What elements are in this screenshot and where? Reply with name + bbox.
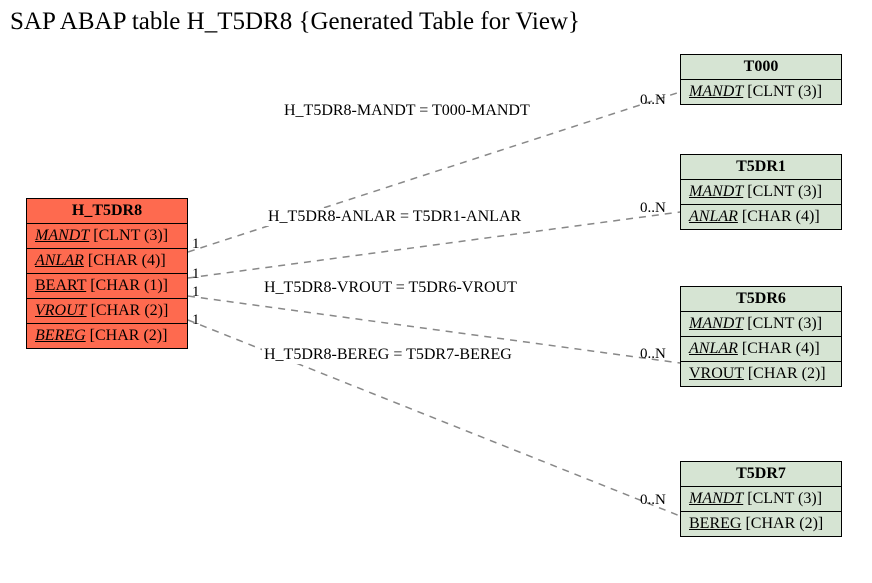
- cardinality-right: 0..N: [640, 346, 666, 363]
- field-type: [CHAR (4)]: [742, 208, 820, 225]
- cardinality-right: 0..N: [640, 92, 666, 109]
- field-type: [CLNT (3)]: [747, 490, 822, 507]
- field-row: MANDT [CLNT (3)]: [681, 487, 841, 512]
- field-row: ANLAR [CHAR (4)]: [27, 249, 187, 274]
- cardinality-left: 1: [192, 236, 200, 253]
- field-row: BEREG [CHAR (2)]: [681, 512, 841, 536]
- cardinality-right: 0..N: [640, 492, 666, 509]
- field-name: BEART: [35, 277, 86, 294]
- field-name: VROUT: [35, 302, 87, 319]
- field-type: [CHAR (2)]: [90, 327, 168, 344]
- field-type: [CHAR (2)]: [91, 302, 169, 319]
- field-type: [CHAR (2)]: [748, 365, 826, 382]
- entity-header: T5DR6: [681, 287, 841, 312]
- field-row: MANDT [CLNT (3)]: [681, 180, 841, 205]
- field-row: BEART [CHAR (1)]: [27, 274, 187, 299]
- field-name: MANDT: [689, 83, 743, 100]
- entity-t5dr6: T5DR6 MANDT [CLNT (3)] ANLAR [CHAR (4)] …: [680, 286, 842, 387]
- cardinality-left: 1: [192, 284, 200, 301]
- entity-header: T5DR1: [681, 155, 841, 180]
- field-type: [CLNT (3)]: [93, 227, 168, 244]
- entity-header: H_T5DR8: [27, 199, 187, 224]
- field-type: [CHAR (4)]: [742, 340, 820, 357]
- entity-header: T5DR7: [681, 462, 841, 487]
- field-row: VROUT [CHAR (2)]: [681, 362, 841, 386]
- field-name: VROUT: [689, 365, 744, 382]
- entity-header: T000: [681, 55, 841, 80]
- cardinality-right: 0..N: [640, 200, 666, 217]
- page-title: SAP ABAP table H_T5DR8 {Generated Table …: [10, 8, 580, 36]
- field-row: MANDT [CLNT (3)]: [27, 224, 187, 249]
- relationship-label: H_T5DR8-VROUT = T5DR6-VROUT: [262, 279, 519, 297]
- entity-t5dr1: T5DR1 MANDT [CLNT (3)] ANLAR [CHAR (4)]: [680, 154, 842, 230]
- field-row: ANLAR [CHAR (4)]: [681, 205, 841, 229]
- field-row: VROUT [CHAR (2)]: [27, 299, 187, 324]
- field-type: [CHAR (1)]: [90, 277, 168, 294]
- field-name: ANLAR: [689, 340, 738, 357]
- relationship-label: H_T5DR8-BEREG = T5DR7-BEREG: [262, 346, 514, 364]
- entity-t000: T000 MANDT [CLNT (3)]: [680, 54, 842, 105]
- field-name: MANDT: [689, 315, 743, 332]
- field-row: ANLAR [CHAR (4)]: [681, 337, 841, 362]
- field-name: ANLAR: [35, 252, 84, 269]
- field-name: ANLAR: [689, 208, 738, 225]
- field-type: [CLNT (3)]: [747, 183, 822, 200]
- field-name: BEREG: [689, 515, 741, 532]
- field-name: MANDT: [689, 183, 743, 200]
- field-type: [CHAR (4)]: [88, 252, 166, 269]
- field-type: [CLNT (3)]: [747, 83, 822, 100]
- field-row: MANDT [CLNT (3)]: [681, 312, 841, 337]
- cardinality-left: 1: [192, 312, 200, 329]
- entity-h-t5dr8: H_T5DR8 MANDT [CLNT (3)] ANLAR [CHAR (4)…: [26, 198, 188, 349]
- field-row: BEREG [CHAR (2)]: [27, 324, 187, 348]
- cardinality-left: 1: [192, 266, 200, 283]
- field-type: [CHAR (2)]: [745, 515, 823, 532]
- field-row: MANDT [CLNT (3)]: [681, 80, 841, 104]
- entity-t5dr7: T5DR7 MANDT [CLNT (3)] BEREG [CHAR (2)]: [680, 461, 842, 537]
- relationship-label: H_T5DR8-MANDT = T000-MANDT: [282, 102, 532, 120]
- relationship-label: H_T5DR8-ANLAR = T5DR1-ANLAR: [266, 208, 523, 226]
- field-name: MANDT: [689, 490, 743, 507]
- field-name: BEREG: [35, 327, 86, 344]
- field-type: [CLNT (3)]: [747, 315, 822, 332]
- field-name: MANDT: [35, 227, 89, 244]
